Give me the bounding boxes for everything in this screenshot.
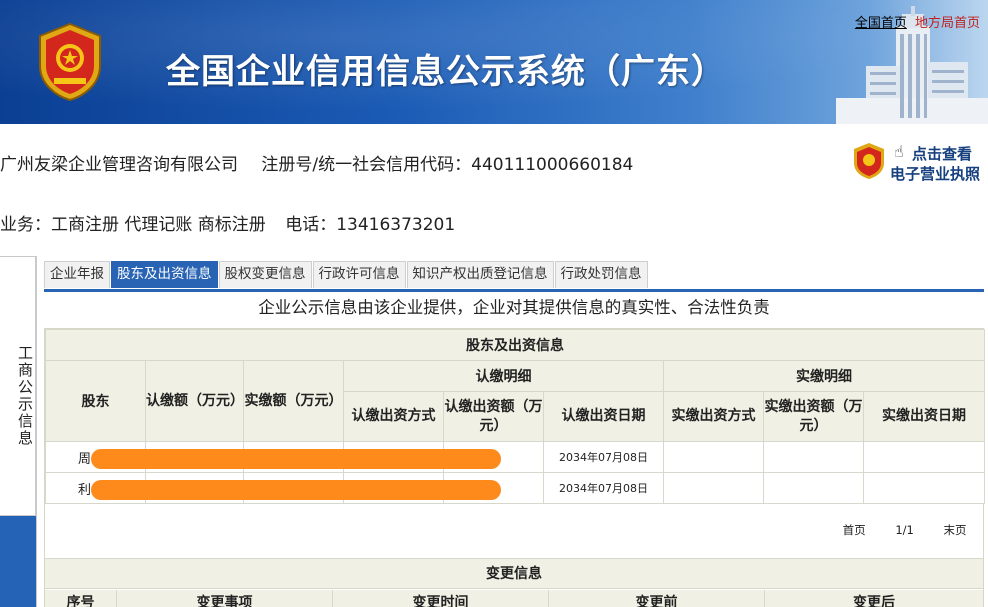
local-bureau-home-link[interactable]: 地方局首页 [915,16,980,31]
col-paid-contribution: 实缴出资额（万元） [763,391,864,442]
table-cell [763,441,864,473]
top-links: 全国首页 地方局首页 [855,12,980,31]
tab-administrative-penalty[interactable]: 行政处罚信息 [554,261,648,288]
business-scope: 业务：工商注册 代理记账 商标注册 [0,215,266,235]
subscribed-date-cell: 2034年07月08日 [543,472,664,504]
table-cell [863,441,985,473]
side-nav-item-enterprise-disclosure[interactable] [0,516,36,607]
col-paid-date: 实缴出资日期 [863,391,985,442]
group-subscribed-details: 认缴明细 [343,360,664,392]
license-link-line2: 电子营业执照 [890,165,981,183]
tab-bar: 企业年报 股东及出资信息 股权变更信息 行政许可信息 知识产权出质登记信息 行政处罚信息 [44,261,649,289]
pager: 首页 1/1 末页 [46,504,985,556]
col-subscribed-method: 认缴出资方式 [343,391,444,442]
header-banner: 全国企业信用信息公示系统（广东） 全国首页 地方局首页 [0,0,988,124]
col-after-change: 变更后 [853,595,895,607]
phone-number: 电话：13416373201 [285,215,456,235]
tab-ip-pledge[interactable]: 知识产权出质登记信息 [406,261,554,288]
national-emblem-icon [39,22,101,102]
table-cell [863,472,985,504]
col-shareholder: 股东 [45,360,146,442]
tab-annual-report[interactable]: 企业年报 [44,261,110,288]
side-nav: 工商公示信息 [0,256,37,607]
col-subscribed-contribution: 认缴出资额（万元） [443,391,544,442]
col-before-change: 变更前 [549,590,765,607]
subscribed-date-cell: 2034年07月08日 [543,441,664,473]
registration-number: 注册号/统一社会信用代码：440111000660184 [261,155,634,175]
table-cell [763,472,864,504]
tab-equity-change[interactable]: 股权变更信息 [218,261,312,288]
pager-page: 1/1 [895,522,914,537]
disclaimer-notice: 企业公示信息由该企业提供，企业对其提供信息的真实性、合法性负责 [258,298,770,317]
redaction-mark [91,480,501,500]
pointer-hand-icon: ☝ [894,142,904,161]
group-paid-details: 实缴明细 [663,360,985,392]
col-subscribed-amount: 认缴额（万元） [145,360,244,442]
table-cell [663,472,764,504]
table-cell [663,441,764,473]
table-caption: 股东及出资信息 [45,329,985,361]
tab-administrative-license[interactable]: 行政许可信息 [312,261,406,288]
col-paid-amount: 实缴额（万元） [243,360,344,442]
side-nav-item-label: 工商公示信息 [16,345,34,447]
pager-cell: 首页 1/1 末页 [46,504,985,556]
col-subscribed-date: 认缴出资日期 [543,391,664,442]
tab-shareholder-contribution[interactable]: 股东及出资信息 [111,261,218,288]
license-badge-icon [854,143,884,179]
national-home-link[interactable]: 全国首页 [855,16,907,31]
pager-last[interactable]: 末页 [944,523,967,537]
side-nav-item-business-disclosure[interactable]: 工商公示信息 [0,256,36,516]
license-link-line1: 点击查看 [912,145,973,163]
company-name: 广州友梁企业管理咨询有限公司 [0,155,238,175]
electronic-license-link[interactable]: ☝ 点击查看 电子营业执照 [852,140,988,184]
col-serial: 序号 [45,590,117,607]
col-change-item: 变更事项 [117,590,333,607]
shareholder-table: 股东及出资信息 股东 认缴额（万元） 实缴额（万元） 认缴明细 实缴明细 认缴出… [45,329,985,556]
change-table-header: 序号 变更事项 变更时间 变更前 变更后 [45,590,983,607]
page-title: 全国企业信用信息公示系统（广东） [166,52,726,92]
business-info: 业务：工商注册 代理记账 商标注册 电话：13416373201 [0,210,455,235]
col-paid-method: 实缴出资方式 [663,391,764,442]
pager-first[interactable]: 首页 [843,523,866,537]
redaction-mark [91,449,501,469]
tab-underline [44,289,984,292]
change-table-caption: 变更信息 [45,558,983,589]
company-info: 广州友梁企业管理咨询有限公司 注册号/统一社会信用代码：440111000660… [0,150,633,175]
col-change-time: 变更时间 [333,590,549,607]
shareholder-panel: 股东及出资信息 股东 认缴额（万元） 实缴额（万元） 认缴明细 实缴明细 认缴出… [44,328,985,607]
